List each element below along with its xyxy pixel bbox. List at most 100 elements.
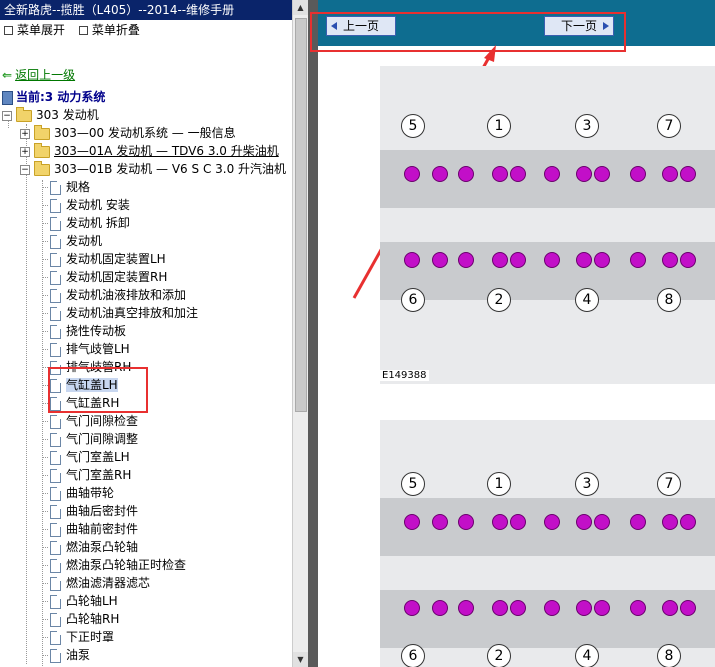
tree-item[interactable]: 发动机 安装	[42, 196, 130, 214]
document-icon	[50, 342, 61, 357]
bolt-marker	[544, 166, 560, 182]
bolt-marker	[544, 600, 560, 616]
document-icon	[50, 576, 61, 591]
tree-item[interactable]: 凸轮轴RH	[42, 610, 119, 628]
bolt-marker	[594, 600, 610, 616]
bolt-marker	[404, 166, 420, 182]
cylinder-number: 3	[575, 114, 599, 138]
bolt-marker	[432, 600, 448, 616]
bolt-marker	[630, 252, 646, 268]
cylinder-number: 6	[401, 288, 425, 312]
bolt-marker	[662, 514, 678, 530]
tree-item[interactable]: 排气歧管LH	[42, 340, 130, 358]
cylinder-number: 5	[401, 472, 425, 496]
tree-item[interactable]: 发动机油液排放和添加	[42, 286, 186, 304]
scroll-down-icon[interactable]: ▼	[293, 652, 308, 667]
cylinder-number: 1	[487, 472, 511, 496]
expand-icon[interactable]: +	[20, 146, 30, 157]
tree-node-303[interactable]: −303 发动机	[2, 106, 99, 124]
bolt-marker	[576, 166, 592, 182]
cylinder-number: 3	[575, 472, 599, 496]
document-icon	[50, 468, 61, 483]
tree-node-303-00[interactable]: +303—00 发动机系统 — 一般信息	[20, 124, 236, 142]
bolt-marker	[680, 252, 696, 268]
bolt-marker	[458, 166, 474, 182]
tree-item[interactable]: 燃油泵凸轮轴正时检查	[42, 556, 186, 574]
expand-icon[interactable]: +	[20, 128, 30, 139]
document-icon	[50, 522, 61, 537]
scroll-up-icon[interactable]: ▲	[293, 0, 308, 15]
diagram-caption: E149388	[380, 370, 429, 381]
bolt-marker	[432, 514, 448, 530]
collapse-menu-button[interactable]: 菜单折叠	[77, 23, 140, 37]
tree-item[interactable]: 曲轴前密封件	[42, 520, 138, 538]
tree-item[interactable]: 凸轮轴LH	[42, 592, 118, 610]
tree-node-303-01b[interactable]: −303—01B 发动机 — V6 S C 3.0 升汽油机	[20, 160, 286, 178]
page-icon	[2, 90, 13, 105]
engine-diagram-2: 5 1 3 7 6 2 4 8	[380, 420, 715, 667]
cylinder-number: 2	[487, 288, 511, 312]
document-icon	[50, 198, 61, 213]
bolt-marker	[432, 252, 448, 268]
tree-item[interactable]: 曲轴后密封件	[42, 502, 138, 520]
tree-item[interactable]: 油泵	[42, 646, 90, 664]
folder-icon	[34, 124, 50, 140]
bolt-marker	[492, 600, 508, 616]
content-pane: 上一页 下一页 5 1 3 7 6 2 4 8 E149388 5 1 3 7 6 2 4 8	[310, 0, 715, 667]
expand-menu-button[interactable]: 菜单展开	[2, 23, 65, 37]
bolt-marker	[510, 514, 526, 530]
tree-scrollbar[interactable]: ▲ ▼	[292, 0, 308, 667]
scroll-thumb[interactable]	[295, 18, 307, 412]
tree-item[interactable]: 气门间隙调整	[42, 430, 138, 448]
tree-item[interactable]: 气门间隙检查	[42, 412, 138, 430]
tree-item[interactable]: 下正时罩	[42, 628, 114, 646]
tree-item[interactable]: 发动机油真空排放和加注	[42, 304, 198, 322]
bolt-marker	[576, 600, 592, 616]
tree-item[interactable]: 气门室盖RH	[42, 466, 131, 484]
bolt-marker	[458, 252, 474, 268]
tree-item[interactable]: 燃油滤清器滤芯	[42, 574, 150, 592]
collapse-icon[interactable]: −	[2, 110, 12, 121]
cylinder-number: 8	[657, 288, 681, 312]
pane-divider[interactable]	[308, 0, 318, 667]
tree-item[interactable]: 曲轴带轮	[42, 484, 114, 502]
bolt-marker	[404, 252, 420, 268]
bolt-marker	[458, 600, 474, 616]
cylinder-number: 5	[401, 114, 425, 138]
document-icon	[50, 270, 61, 285]
bolt-marker	[544, 252, 560, 268]
bolt-marker	[662, 166, 678, 182]
cylinder-number: 1	[487, 114, 511, 138]
document-icon	[50, 540, 61, 555]
tree-item[interactable]: 发动机 拆卸	[42, 214, 130, 232]
tree-item[interactable]: 挠性传动板	[42, 322, 126, 340]
tree-item[interactable]: 发动机固定装置RH	[42, 268, 167, 286]
bolt-marker	[630, 600, 646, 616]
tree-item[interactable]: 发动机固定装置LH	[42, 250, 166, 268]
document-icon	[50, 414, 61, 429]
square-icon	[78, 26, 88, 35]
bolt-marker	[492, 166, 508, 182]
tree-item[interactable]: 规格	[42, 178, 90, 196]
document-icon	[50, 558, 61, 573]
document-icon	[50, 486, 61, 501]
cylinder-number: 6	[401, 644, 425, 667]
collapse-icon[interactable]: −	[20, 164, 30, 175]
highlight-box-navigation	[310, 12, 626, 52]
tree-node-303-01a[interactable]: +303—01A 发动机 — TDV6 3.0 升柴油机	[20, 142, 279, 160]
back-link[interactable]: ⇐ 返回上一级	[2, 66, 75, 84]
document-icon	[50, 432, 61, 447]
current-location: 当前:3 动力系统	[2, 88, 105, 106]
document-icon	[50, 216, 61, 231]
tree-item[interactable]: 燃油泵凸轮轴	[42, 538, 138, 556]
document-icon	[50, 594, 61, 609]
folder-open-icon	[16, 106, 32, 122]
tree-item[interactable]: 气门室盖LH	[42, 448, 130, 466]
document-icon	[50, 234, 61, 249]
tree-item[interactable]: 发动机	[42, 232, 102, 250]
document-icon	[50, 324, 61, 339]
folder-open-icon	[34, 160, 50, 176]
bolt-marker	[630, 514, 646, 530]
cylinder-number: 7	[657, 472, 681, 496]
bolt-marker	[662, 252, 678, 268]
